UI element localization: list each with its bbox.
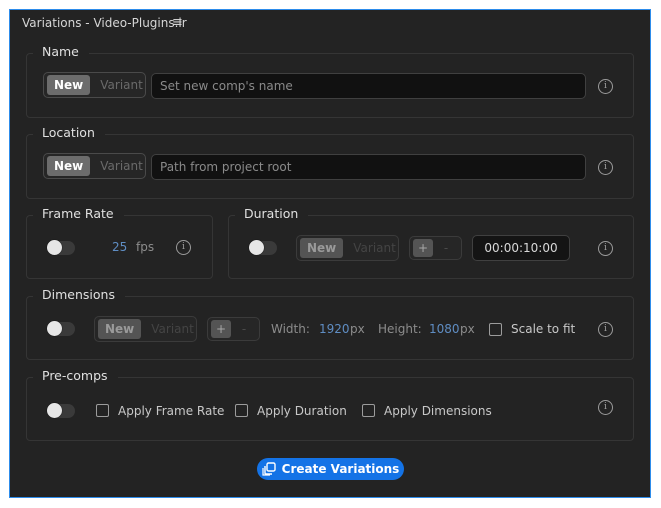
dimensions-new-option[interactable]: New bbox=[98, 319, 142, 339]
dimensions-info-icon[interactable]: i bbox=[598, 322, 613, 337]
location-section-label: Location bbox=[33, 125, 105, 140]
dimensions-section-label: Dimensions bbox=[33, 287, 125, 302]
dimensions-section: Dimensions New Variant + - Width: 1920 p… bbox=[26, 287, 634, 360]
name-new-option[interactable]: New bbox=[47, 75, 91, 95]
height-label: Height: bbox=[378, 322, 422, 336]
dimensions-variant-option[interactable]: Variant bbox=[145, 319, 200, 339]
apply-duration-checkbox[interactable] bbox=[235, 404, 248, 417]
duration-new-option[interactable]: New bbox=[300, 238, 344, 258]
precomps-section-label: Pre-comps bbox=[33, 368, 118, 383]
scale-to-fit-checkbox[interactable] bbox=[489, 323, 502, 336]
frame-rate-section-label: Frame Rate bbox=[33, 206, 124, 221]
duration-section: Duration New Variant + - 00:00:10:00 i bbox=[228, 206, 634, 279]
apply-frame-rate-label: Apply Frame Rate bbox=[118, 404, 225, 418]
height-value[interactable]: 1080 bbox=[429, 322, 460, 336]
name-section: Name New Variant Set new comp's name i bbox=[26, 44, 634, 118]
duration-variant-option[interactable]: Variant bbox=[347, 238, 402, 258]
frame-rate-toggle[interactable] bbox=[47, 240, 75, 255]
name-info-icon[interactable]: i bbox=[598, 79, 613, 94]
location-new-option[interactable]: New bbox=[47, 156, 91, 176]
location-info-icon[interactable]: i bbox=[598, 160, 613, 175]
duration-info-icon[interactable]: i bbox=[598, 241, 613, 256]
apply-dimensions-checkbox[interactable] bbox=[362, 404, 375, 417]
create-variations-label: Create Variations bbox=[281, 462, 400, 476]
frame-rate-unit: fps bbox=[136, 240, 155, 254]
width-label: Width: bbox=[271, 322, 310, 336]
height-unit: px bbox=[460, 322, 475, 336]
location-path-input[interactable]: Path from project root bbox=[151, 154, 586, 180]
name-variant-option[interactable]: Variant bbox=[94, 75, 149, 95]
duration-time-input[interactable]: 00:00:10:00 bbox=[472, 235, 570, 261]
frame-rate-value[interactable]: 25 bbox=[112, 240, 127, 254]
comp-name-input[interactable]: Set new comp's name bbox=[151, 73, 586, 99]
dimensions-plus-minus[interactable]: + - bbox=[207, 317, 260, 341]
name-mode-toggle[interactable]: New Variant bbox=[43, 72, 146, 98]
precomps-toggle[interactable] bbox=[47, 403, 75, 418]
name-section-label: Name bbox=[33, 44, 89, 59]
hamburger-menu-icon[interactable]: ≡ bbox=[172, 15, 183, 30]
frame-rate-section: Frame Rate 25 fps i bbox=[26, 206, 213, 279]
location-section: Location New Variant Path from project r… bbox=[26, 125, 634, 199]
variations-panel: Variations - Video-Plugins.ir ≡ Name New… bbox=[9, 9, 651, 498]
duration-plus-button[interactable]: + bbox=[413, 239, 433, 257]
apply-duration-label: Apply Duration bbox=[257, 404, 347, 418]
duration-minus-button[interactable]: - bbox=[437, 241, 455, 255]
duration-section-label: Duration bbox=[235, 206, 309, 221]
precomps-section: Pre-comps Apply Frame Rate Apply Duratio… bbox=[26, 368, 634, 441]
frame-rate-info-icon[interactable]: i bbox=[176, 240, 191, 255]
precomps-info-icon[interactable]: i bbox=[598, 400, 613, 415]
duration-plus-minus[interactable]: + - bbox=[409, 236, 462, 260]
location-variant-option[interactable]: Variant bbox=[94, 156, 149, 176]
create-variations-button[interactable]: Create Variations bbox=[257, 458, 404, 480]
location-mode-toggle[interactable]: New Variant bbox=[43, 153, 146, 179]
apply-dimensions-label: Apply Dimensions bbox=[384, 404, 492, 418]
dimensions-plus-button[interactable]: + bbox=[211, 320, 231, 338]
dimensions-minus-button[interactable]: - bbox=[235, 322, 253, 336]
scale-to-fit-label: Scale to fit bbox=[511, 322, 576, 336]
width-unit: px bbox=[350, 322, 365, 336]
dimensions-toggle[interactable] bbox=[47, 321, 75, 336]
apply-frame-rate-checkbox[interactable] bbox=[96, 404, 109, 417]
duration-toggle[interactable] bbox=[249, 240, 277, 255]
dimensions-mode-toggle[interactable]: New Variant bbox=[94, 316, 197, 342]
width-value[interactable]: 1920 bbox=[319, 322, 350, 336]
copy-stack-icon bbox=[262, 462, 276, 476]
panel-title: Variations - Video-Plugins.ir bbox=[22, 16, 187, 30]
duration-mode-toggle[interactable]: New Variant bbox=[296, 235, 399, 261]
